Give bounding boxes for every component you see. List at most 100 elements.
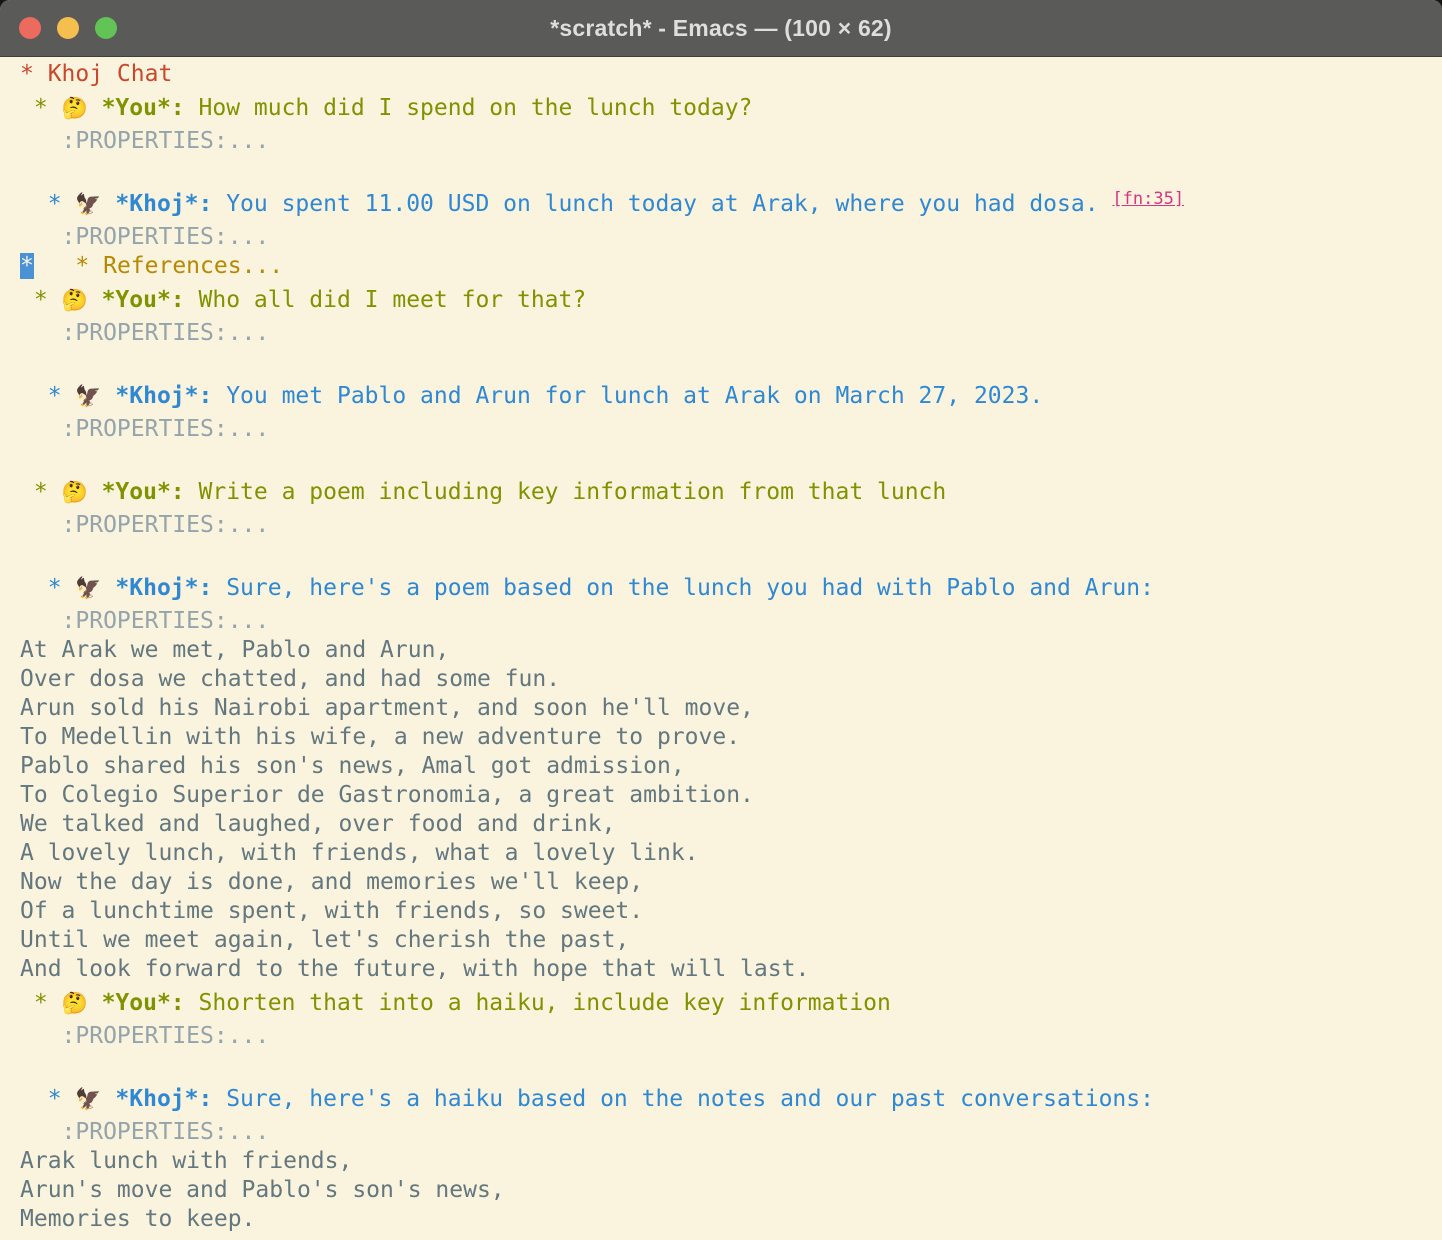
text-segment: At Arak we met, Pablo and Arun,	[20, 637, 449, 663]
properties-drawer: :PROPERTIES:...	[20, 608, 269, 634]
text-segment	[88, 95, 102, 121]
text-segment: Of a lunchtime spent, with friends, so s…	[20, 898, 643, 924]
text-segment	[102, 1086, 116, 1112]
text-segment: *	[20, 479, 62, 505]
text-segment: Shorten that into a haiku, include key i…	[185, 990, 891, 1016]
editor-line: A lovely lunch, with friends, what a lov…	[20, 839, 1436, 868]
text-segment: Pablo shared his son's news, Amal got ad…	[20, 753, 685, 779]
text-segment: *	[20, 191, 75, 217]
editor-line: Now the day is done, and memories we'll …	[20, 868, 1436, 897]
text-segment: And look forward to the future, with hop…	[20, 956, 809, 982]
text-segment	[102, 191, 116, 217]
editor-line: We talked and laughed, over food and dri…	[20, 810, 1436, 839]
editor-line: * 🦅 *Khoj*: Sure, here's a haiku based o…	[20, 1080, 1436, 1118]
text-segment: *	[20, 383, 75, 409]
editor-line: * 🦅 *Khoj*: Sure, here's a poem based on…	[20, 569, 1436, 607]
text-segment: Now the day is done, and memories we'll …	[20, 869, 643, 895]
blank-line	[20, 444, 1436, 473]
thinking-face-emoji: 🤔	[62, 991, 88, 1015]
editor-line: :PROPERTIES:...	[20, 415, 1436, 444]
editor-line: Arak lunch with friends,	[20, 1147, 1436, 1176]
editor-line: Arun sold his Nairobi apartment, and soo…	[20, 694, 1436, 723]
eagle-emoji: 🦅	[75, 576, 101, 600]
blank-line	[20, 1051, 1436, 1080]
titlebar[interactable]: *scratch* - Emacs — (100 × 62)	[0, 0, 1442, 57]
text-segment: To Colegio Superior de Gastronomia, a gr…	[20, 782, 754, 808]
text-segment: *	[20, 990, 62, 1016]
references-heading[interactable]: * References...	[75, 253, 283, 279]
text-segment: *	[20, 95, 62, 121]
eagle-emoji: 🦅	[75, 1087, 101, 1111]
editor-buffer[interactable]: * Khoj Chat * 🤔 *You*: How much did I sp…	[0, 57, 1442, 1234]
editor-line: * 🦅 *Khoj*: You spent 11.00 USD on lunch…	[20, 185, 1436, 223]
properties-drawer: :PROPERTIES:...	[20, 1119, 269, 1145]
minimize-button[interactable]	[57, 17, 79, 39]
editor-line: Memories to keep.	[20, 1205, 1436, 1234]
eagle-emoji: 🦅	[75, 384, 101, 408]
footnote-link[interactable]: [fn:35]	[1112, 189, 1184, 209]
editor-line: At Arak we met, Pablo and Arun,	[20, 636, 1436, 665]
editor-line: * 🤔 *You*: Who all did I meet for that?	[20, 281, 1436, 319]
speaker-khoj: *Khoj*:	[115, 1086, 212, 1112]
thinking-face-emoji: 🤔	[62, 96, 88, 120]
heading-khoj-chat: * Khoj Chat	[20, 61, 172, 87]
text-segment: Arun sold his Nairobi apartment, and soo…	[20, 695, 754, 721]
blank-line	[20, 540, 1436, 569]
editor-line: * 🤔 *You*: How much did I spend on the l…	[20, 89, 1436, 127]
text-segment: You spent 11.00 USD on lunch today at Ar…	[212, 191, 1112, 217]
text-segment: Arun's move and Pablo's son's news,	[20, 1177, 505, 1203]
text-segment	[34, 253, 76, 279]
editor-line: :PROPERTIES:...	[20, 607, 1436, 636]
text-segment	[88, 990, 102, 1016]
blank-line	[20, 348, 1436, 377]
thinking-face-emoji: 🤔	[62, 480, 88, 504]
properties-drawer: :PROPERTIES:...	[20, 1023, 269, 1049]
cursor: *	[20, 253, 34, 279]
text-segment: Arak lunch with friends,	[20, 1148, 352, 1174]
close-button[interactable]	[19, 17, 41, 39]
editor-line: Pablo shared his son's news, Amal got ad…	[20, 752, 1436, 781]
text-segment: Sure, here's a poem based on the lunch y…	[212, 575, 1154, 601]
zoom-button[interactable]	[95, 17, 117, 39]
speaker-khoj: *Khoj*:	[115, 383, 212, 409]
text-segment	[88, 479, 102, 505]
text-segment: Write a poem including key information f…	[185, 479, 947, 505]
text-segment: Memories to keep.	[20, 1206, 255, 1232]
properties-drawer: :PROPERTIES:...	[20, 512, 269, 538]
window-title: *scratch* - Emacs — (100 × 62)	[550, 15, 892, 42]
text-segment: To Medellin with his wife, a new adventu…	[20, 724, 740, 750]
speaker-you: *You*:	[102, 95, 185, 121]
editor-line: * 🤔 *You*: Write a poem including key in…	[20, 473, 1436, 511]
editor-line: Until we meet again, let's cherish the p…	[20, 926, 1436, 955]
speaker-khoj: *Khoj*:	[115, 191, 212, 217]
text-segment: We talked and laughed, over food and dri…	[20, 811, 615, 837]
editor-line: :PROPERTIES:...	[20, 1118, 1436, 1147]
emacs-window: *scratch* - Emacs — (100 × 62) * Khoj Ch…	[0, 0, 1442, 1240]
text-segment: *	[20, 1086, 75, 1112]
blank-line	[20, 156, 1436, 185]
text-segment: *	[20, 575, 75, 601]
text-segment	[102, 575, 116, 601]
properties-drawer: :PROPERTIES:...	[20, 416, 269, 442]
editor-line: :PROPERTIES:...	[20, 223, 1436, 252]
properties-drawer: :PROPERTIES:...	[20, 128, 269, 154]
editor-line: * 🤔 *You*: Shorten that into a haiku, in…	[20, 984, 1436, 1022]
thinking-face-emoji: 🤔	[62, 288, 88, 312]
speaker-you: *You*:	[102, 287, 185, 313]
text-segment: Sure, here's a haiku based on the notes …	[212, 1086, 1154, 1112]
editor-line: Over dosa we chatted, and had some fun.	[20, 665, 1436, 694]
editor-line: :PROPERTIES:...	[20, 127, 1436, 156]
editor-line: * Khoj Chat	[20, 60, 1436, 89]
editor-line: Arun's move and Pablo's son's news,	[20, 1176, 1436, 1205]
speaker-you: *You*:	[102, 990, 185, 1016]
editor-line: :PROPERTIES:...	[20, 319, 1436, 348]
editor-line: * * References...	[20, 252, 1436, 281]
text-segment: Until we meet again, let's cherish the p…	[20, 927, 629, 953]
properties-drawer: :PROPERTIES:...	[20, 320, 269, 346]
editor-line: Of a lunchtime spent, with friends, so s…	[20, 897, 1436, 926]
editor-line: :PROPERTIES:...	[20, 1022, 1436, 1051]
editor-line: :PROPERTIES:...	[20, 511, 1436, 540]
text-segment	[102, 383, 116, 409]
editor-line: * 🦅 *Khoj*: You met Pablo and Arun for l…	[20, 377, 1436, 415]
eagle-emoji: 🦅	[75, 192, 101, 216]
